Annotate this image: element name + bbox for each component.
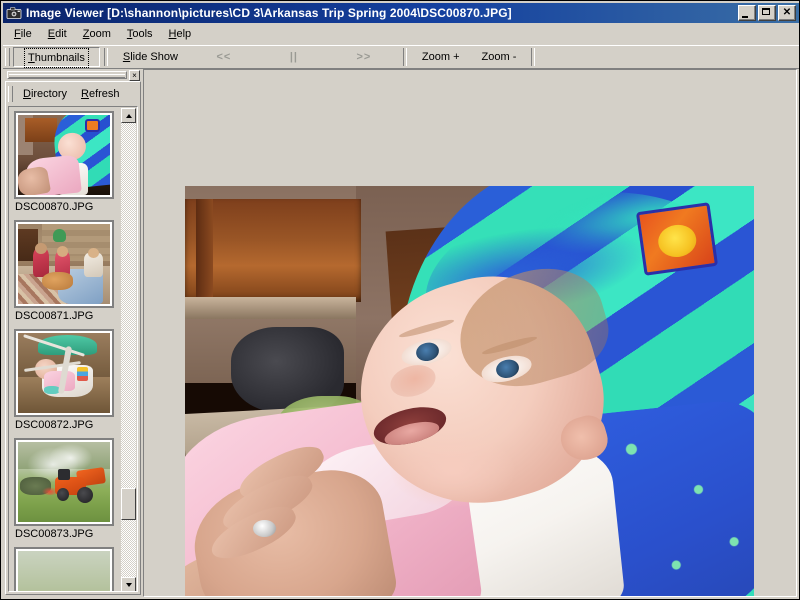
scrollbar-thumb[interactable] [121,488,136,520]
list-item[interactable] [9,543,122,591]
main-toolbar: Thumbnails Slide Show << || >> Zoom + Zo… [3,45,799,69]
main-photo [185,186,754,597]
scroll-up-button[interactable] [121,108,136,123]
thumbnail-filename: DSC00870.JPG [14,199,122,216]
minimize-button[interactable] [738,5,756,21]
panel-body: Directory Refresh [5,81,141,595]
thumbnail-filename: DSC00872.JPG [14,417,122,434]
menu-item-tools[interactable]: Tools [120,27,160,41]
list-item[interactable]: DSC00870.JPG [9,107,122,216]
menu-item-zoom[interactable]: Zoom [76,27,118,41]
menu-item-help[interactable]: Help [162,27,199,41]
client-area: × Directory Refresh [3,69,799,599]
list-item[interactable]: DSC00871.JPG [9,216,122,325]
maximize-button[interactable] [758,5,776,21]
pause-button[interactable]: || [259,47,329,67]
image-viewer-window: Image Viewer [D:\shannon\pictures\CD 3\A… [0,0,800,600]
thumbnail-art-dsc00872 [18,333,110,413]
thumbnail-art-dsc00870 [18,115,110,195]
panel-grip-lines [7,71,127,79]
thumbnail-art-next [18,551,110,591]
thumbnail-art-dsc00873 [18,442,110,522]
panel-toolbar: Directory Refresh [6,83,140,105]
menu-bar: File Edit Zoom Tools Help [3,25,799,43]
zoom-in-button[interactable]: Zoom + [411,47,471,67]
thumbnail-list[interactable]: DSC00870.JPG [8,106,138,592]
panel-drag-handle[interactable]: × [5,69,141,81]
toolbar-separator-2 [403,48,407,66]
panel-close-icon[interactable]: × [129,70,140,81]
panel-toolbar-grip[interactable] [8,86,13,102]
thumbnail-list-content: DSC00870.JPG [9,107,122,591]
scroll-down-button[interactable] [121,577,136,592]
toolbar-grip[interactable] [5,48,10,66]
previous-button[interactable]: << [189,47,259,67]
next-button[interactable]: >> [329,47,399,67]
window-title: Image Viewer [D:\shannon\pictures\CD 3\A… [26,6,738,20]
thumbnail-scrollbar[interactable] [121,108,136,592]
list-item[interactable]: DSC00872.JPG [9,325,122,434]
toolbar-separator-3 [531,48,535,66]
menu-item-edit[interactable]: Edit [41,27,74,41]
thumbnail-filename: DSC00871.JPG [14,308,122,325]
thumbnail-image[interactable] [14,329,114,417]
thumbnail-image[interactable] [14,220,114,308]
list-item[interactable]: DSC00873.JPG [9,434,122,543]
thumbnails-panel: × Directory Refresh [5,69,141,595]
slideshow-button[interactable]: Slide Show [112,47,189,67]
title-bar[interactable]: Image Viewer [D:\shannon\pictures\CD 3\A… [3,3,799,23]
camera-icon [6,6,22,20]
thumbnail-image[interactable] [14,438,114,526]
thumbnail-image[interactable] [14,547,114,591]
thumbnail-filename: DSC00873.JPG [14,526,122,543]
thumbnail-art-dsc00871 [18,224,110,304]
thumbnails-button[interactable]: Thumbnails [13,47,100,67]
toolbar-separator [104,48,108,66]
menu-item-file[interactable]: File [7,27,39,41]
close-button[interactable]: ✕ [778,5,796,21]
directory-button[interactable]: Directory [16,86,74,102]
image-display-area[interactable] [143,69,797,597]
thumbnail-image[interactable] [14,111,114,199]
zoom-out-button[interactable]: Zoom - [471,47,528,67]
refresh-button[interactable]: Refresh [74,86,127,102]
